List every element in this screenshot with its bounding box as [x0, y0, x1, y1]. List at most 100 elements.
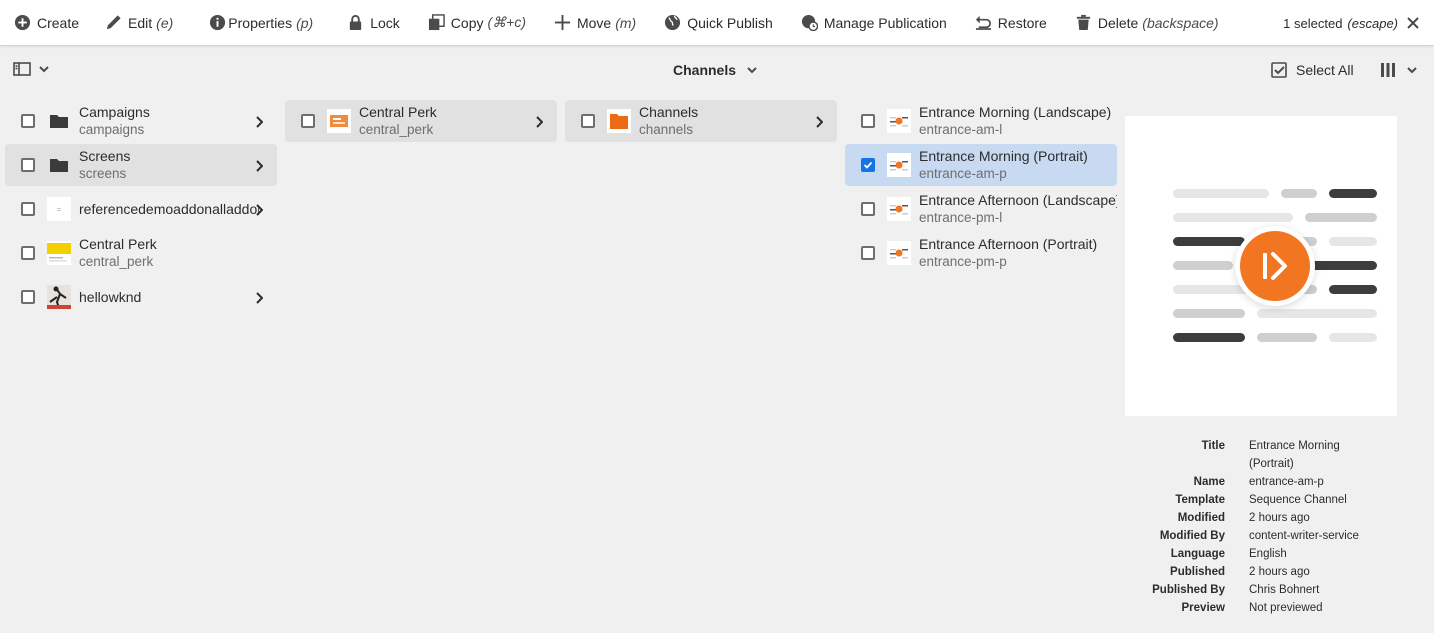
- item-name: central_perk: [79, 254, 154, 269]
- meta-label: Published: [1170, 566, 1225, 578]
- list-item[interactable]: Entrance Afternoon (Portrait) entrance-pm…: [845, 232, 1117, 274]
- item-title: Campaigns: [79, 104, 150, 120]
- checkbox[interactable]: [861, 202, 875, 216]
- item-text: referencedemoaddonalladdons: [79, 201, 259, 218]
- checkbox[interactable]: [21, 246, 35, 260]
- item-text: Campaigns campaigns: [79, 104, 150, 138]
- meta-value: Chris Bohnert: [1249, 584, 1320, 596]
- item-text: Central Perk central_perk: [359, 104, 437, 138]
- copy-shortcut: (⌘+c): [487, 14, 526, 30]
- sequence-channel-icon: [1235, 226, 1315, 306]
- item-title: Entrance Morning (Landscape): [919, 104, 1112, 120]
- globe-clock-icon: [801, 14, 818, 31]
- preview-bar: [1305, 213, 1377, 222]
- edit-button[interactable]: Edit (e): [93, 0, 187, 46]
- chevron-right-icon[interactable]: [255, 159, 264, 172]
- selection-count: 1 selected: [1283, 15, 1343, 31]
- preview-bar: [1257, 333, 1317, 342]
- item-name: central_perk: [359, 122, 434, 137]
- chevron-down-icon: [747, 67, 757, 74]
- properties-button[interactable]: Properties (p): [187, 0, 327, 46]
- list-item[interactable]: Central Perk central_perk: [5, 232, 277, 274]
- restore-button[interactable]: Restore: [961, 0, 1061, 46]
- trash-icon: [1076, 14, 1090, 31]
- chevron-right-icon[interactable]: [255, 115, 264, 128]
- preview-bar: [1329, 285, 1377, 294]
- folder-icon: [47, 153, 71, 177]
- list-item[interactable]: Entrance Afternoon (Landscape) entrance-p…: [845, 188, 1117, 230]
- add-circle-icon: [14, 14, 31, 31]
- list-item[interactable]: referencedemoaddonalladdons: [5, 188, 277, 230]
- checkbox[interactable]: [21, 290, 35, 304]
- checkbox[interactable]: [861, 246, 875, 260]
- meta-row-template: Template Sequence Channel: [1125, 491, 1379, 509]
- delete-shortcut: (backspace): [1142, 14, 1219, 31]
- item-name: campaigns: [79, 122, 145, 137]
- meta-value: 2 hours ago: [1249, 512, 1310, 524]
- move-icon: [554, 14, 571, 31]
- meta-row-name: Name entrance-am-p: [1125, 473, 1379, 491]
- chevron-right-icon[interactable]: [255, 203, 264, 216]
- meta-value: Sequence Channel: [1249, 494, 1347, 506]
- meta-label: Published By: [1152, 584, 1225, 596]
- checkbox[interactable]: [301, 114, 315, 128]
- create-button[interactable]: Create: [0, 0, 93, 46]
- meta-row-modified-by: Modified By content-writer-service: [1125, 527, 1379, 545]
- copy-button[interactable]: Copy (⌘+c): [414, 0, 540, 46]
- preview-bar: [1329, 333, 1377, 342]
- breadcrumb[interactable]: Channels: [673, 62, 758, 78]
- meta-row-published: Published 2 hours ago: [1125, 563, 1379, 581]
- checkbox[interactable]: [21, 114, 35, 128]
- list-item[interactable]: Screens screens: [5, 144, 277, 186]
- select-all-button[interactable]: Select All: [1270, 61, 1354, 79]
- list-item-selected[interactable]: Entrance Morning (Portrait) entrance-am-p: [845, 144, 1117, 186]
- checkbox[interactable]: [861, 114, 875, 128]
- move-button[interactable]: Move (m): [540, 0, 650, 46]
- globe-icon: [665, 14, 681, 31]
- list-item[interactable]: Entrance Morning (Landscape) entrance-am-…: [845, 100, 1117, 142]
- restore-icon: [975, 15, 991, 30]
- list-item[interactable]: Central Perk central_perk: [285, 100, 557, 142]
- channel-thumbnail: [887, 197, 911, 221]
- item-name: screens: [79, 166, 127, 181]
- lock-button[interactable]: Lock: [327, 0, 414, 46]
- list-item[interactable]: Campaigns campaigns: [5, 100, 277, 142]
- item-title: Entrance Morning (Portrait): [919, 148, 1088, 164]
- preview-bar: [1173, 189, 1269, 198]
- meta-label: Name: [1193, 476, 1225, 488]
- action-bar: Create Edit (e) Properties (p) Lock Copy (⌘…: [0, 0, 1434, 46]
- edit-label: Edit: [128, 14, 153, 31]
- close-icon[interactable]: [1406, 16, 1420, 30]
- item-name: channels: [639, 122, 694, 137]
- meta-row-published-by: Published By Chris Bohnert: [1125, 581, 1379, 599]
- checkbox-checked[interactable]: [861, 158, 875, 172]
- create-label: Create: [37, 14, 80, 31]
- select-all-label: Select All: [1296, 62, 1354, 78]
- meta-label: Language: [1170, 548, 1225, 560]
- preview-bar: [1281, 189, 1317, 198]
- channel-thumbnail: [887, 241, 911, 265]
- chevron-right-icon[interactable]: [535, 115, 544, 128]
- selection-info: 1 selected (escape): [1283, 0, 1420, 46]
- item-title: Entrance Afternoon (Landscape): [919, 192, 1117, 208]
- rail-toggle-button[interactable]: [12, 60, 54, 78]
- item-title: Central Perk: [79, 236, 157, 252]
- item-text: Entrance Afternoon (Landscape) entrance-p…: [919, 192, 1117, 226]
- checkbox[interactable]: [581, 114, 595, 128]
- quick-publish-button[interactable]: Quick Publish: [650, 0, 787, 46]
- manage-publication-button[interactable]: Manage Publication: [787, 0, 961, 46]
- page-thumbnail: [47, 197, 71, 221]
- checkbox[interactable]: [21, 202, 35, 216]
- checkbox[interactable]: [21, 158, 35, 172]
- checkmark-icon: [863, 161, 873, 169]
- list-item[interactable]: hellowknd: [5, 276, 277, 318]
- chevron-right-icon[interactable]: [815, 115, 824, 128]
- preview-bar: [1329, 189, 1377, 198]
- delete-button[interactable]: Delete (backspace): [1061, 0, 1233, 46]
- view-switcher[interactable]: [1379, 61, 1421, 79]
- chevron-right-icon[interactable]: [255, 291, 264, 304]
- list-item[interactable]: Channels channels: [565, 100, 837, 142]
- column-root: Campaigns campaigns Screens screens refere…: [5, 100, 277, 320]
- checkbox-checked-icon: [1271, 62, 1287, 78]
- preview-bar: [1173, 213, 1293, 222]
